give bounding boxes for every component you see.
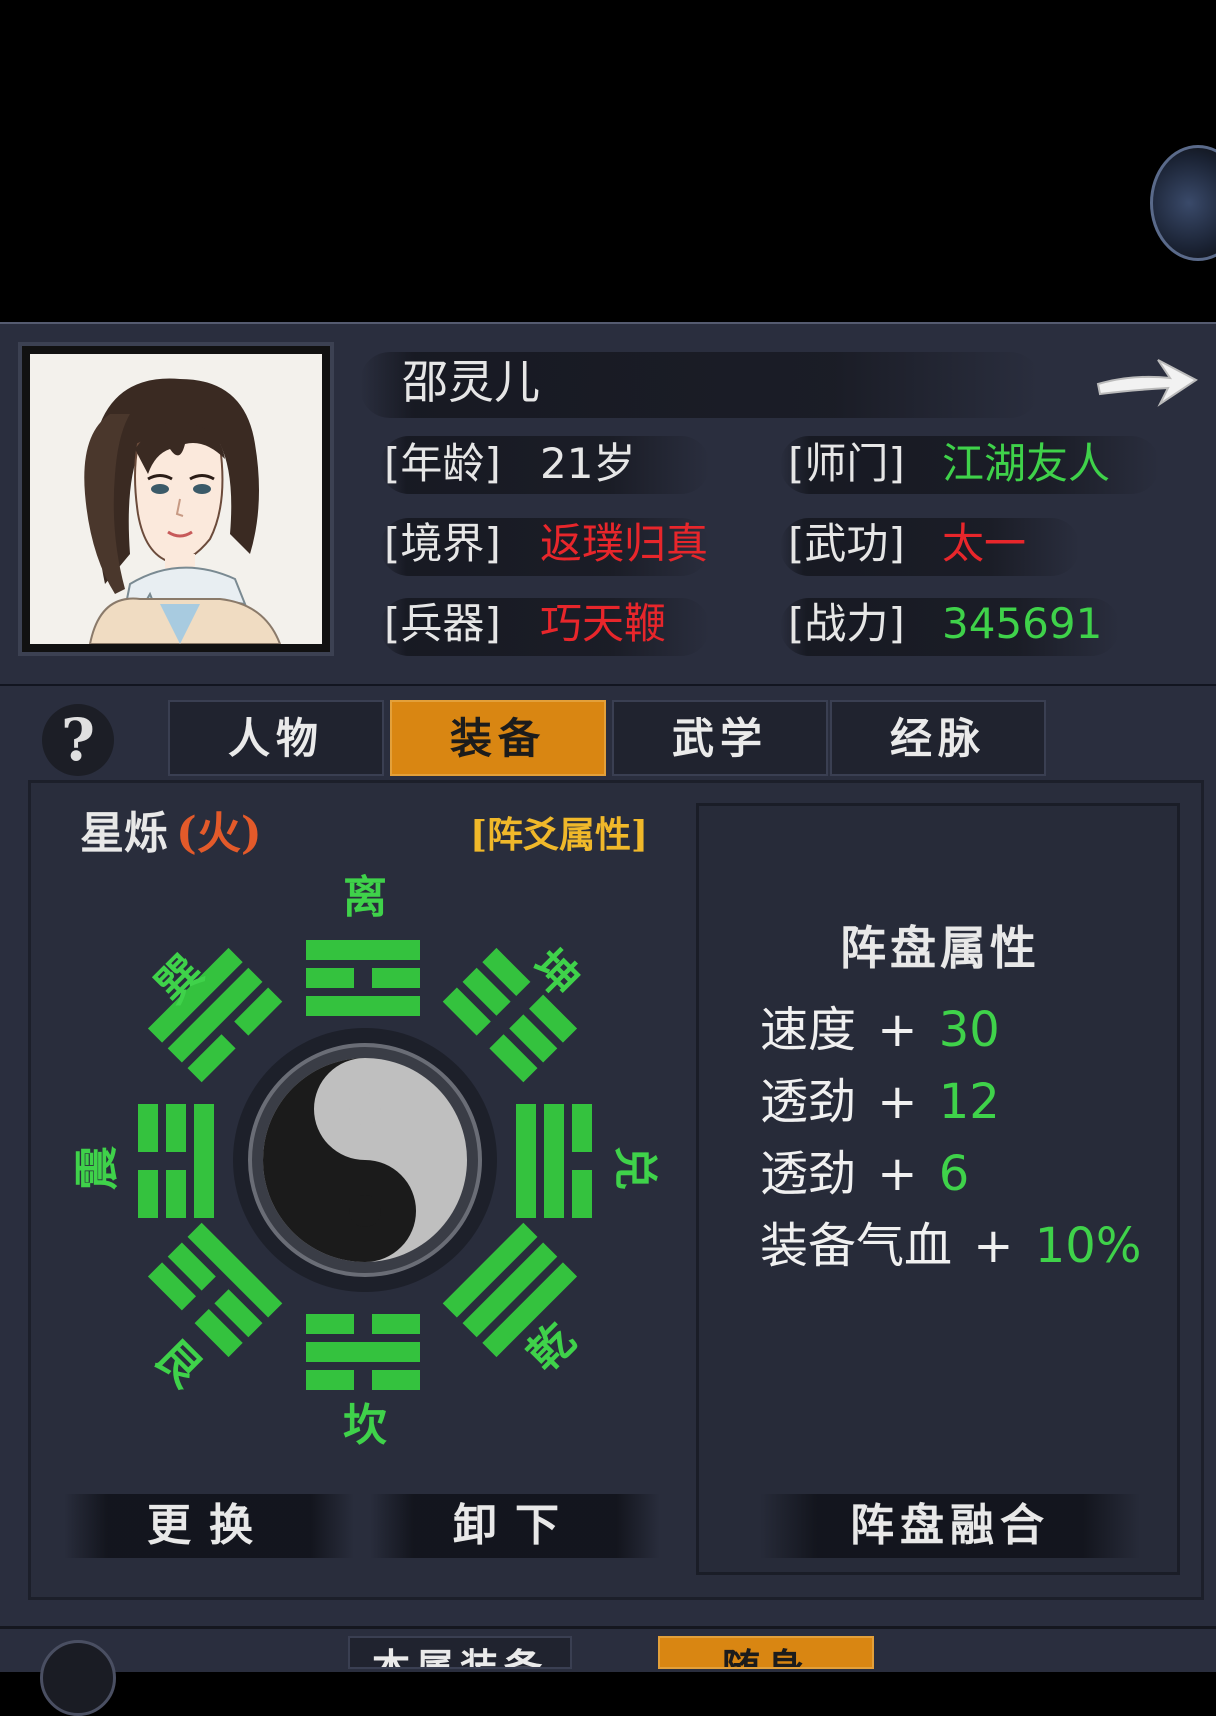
stat-plus: + — [877, 1074, 918, 1130]
character-name: 邵灵儿 — [402, 355, 540, 409]
tab-character[interactable]: 人物 — [168, 700, 384, 776]
tab-equipment[interactable]: 装备 — [390, 700, 606, 776]
fuse-formation-button[interactable]: 阵盘融合 — [760, 1494, 1140, 1558]
bottom-strip — [0, 1626, 1216, 1672]
power-value: 345691 — [942, 599, 1103, 648]
stat-row: 透劲 + 6 — [760, 1144, 969, 1204]
power-label: [战力] — [788, 599, 905, 648]
tab-meridians[interactable]: 经脉 — [830, 700, 1046, 776]
formation-element-close: ) — [240, 808, 262, 859]
stat-row: 装备气血 + 10% — [760, 1216, 1141, 1276]
stat-value: 12 — [938, 1074, 1000, 1130]
panel-title: 阵盘属性 — [840, 921, 1040, 975]
stat-row: 透劲 + 12 — [760, 1072, 1000, 1132]
stat-name: 透劲 — [760, 1146, 857, 1202]
stat-name: 速度 — [760, 1002, 857, 1058]
formation-attributes-link[interactable]: [阵爻属性] — [470, 810, 648, 860]
formation-element: 火 — [196, 808, 241, 859]
stat-plus: + — [973, 1218, 1014, 1274]
realm-value: 返璞归真 — [540, 519, 709, 568]
formation-title: 星烁 (火) — [80, 804, 262, 864]
next-arrow-icon[interactable] — [1092, 344, 1202, 414]
unload-button[interactable]: 卸下 — [370, 1494, 660, 1558]
trigram-dui: 兑 — [609, 1146, 660, 1190]
stat-name: 装备气血 — [760, 1218, 953, 1274]
realm-label: [境界] — [384, 519, 501, 568]
top-black-area — [0, 0, 1216, 322]
martial-label: [武功] — [788, 519, 905, 568]
tab-martial-arts[interactable]: 武学 — [612, 700, 828, 776]
stat-value: 6 — [938, 1146, 970, 1202]
stat-plus: + — [877, 1146, 918, 1202]
bottom-emblem-icon[interactable] — [40, 1640, 116, 1716]
formation-name: 星烁 — [80, 808, 168, 859]
stat-name: 透劲 — [760, 1074, 857, 1130]
stat-value: 10% — [1034, 1218, 1142, 1274]
trigram-li: 离 — [343, 872, 387, 923]
sect-label: [师门] — [788, 439, 905, 488]
stat-plus: + — [877, 1002, 918, 1058]
weapon-label: [兵器] — [384, 599, 501, 648]
tab-carry[interactable]: 随身 — [658, 1636, 874, 1669]
character-portrait — [30, 354, 322, 644]
stat-row: 速度 + 30 — [760, 1000, 1000, 1060]
sect-value: 江湖友人 — [942, 439, 1111, 488]
age-value: 21岁 — [540, 439, 636, 488]
age-label: [年龄] — [384, 439, 501, 488]
replace-button[interactable]: 更换 — [64, 1494, 354, 1558]
formation-element-open: ( — [176, 808, 197, 859]
tab-own-equipment[interactable]: 本属装备 — [348, 1636, 572, 1669]
trigram-zhen: 震 — [72, 1146, 123, 1190]
weapon-value: 巧天鞭 — [540, 599, 667, 648]
trigram-kan: 坎 — [343, 1400, 387, 1451]
help-button[interactable]: ? — [42, 704, 114, 776]
portrait-art-icon — [30, 354, 322, 644]
martial-value: 太一 — [942, 519, 1027, 568]
stat-value: 30 — [938, 1002, 1000, 1058]
